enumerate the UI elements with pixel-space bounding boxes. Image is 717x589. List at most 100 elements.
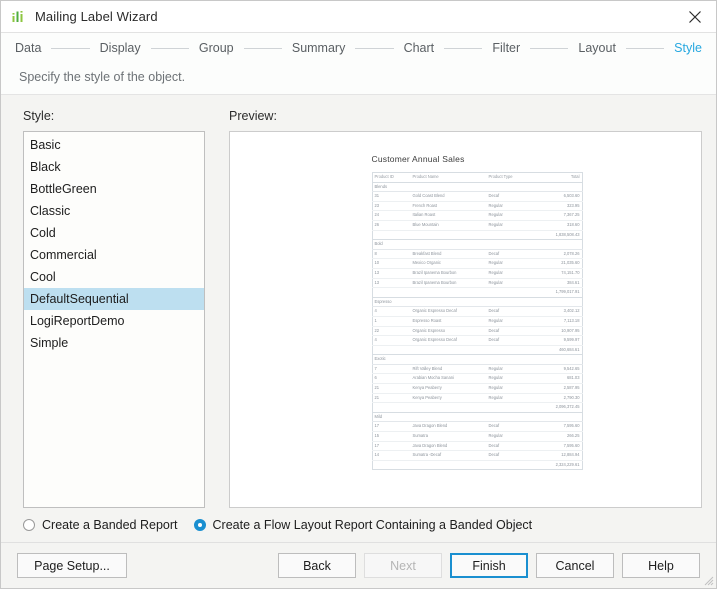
cell-product-id: 10 bbox=[372, 258, 411, 269]
report-group-row: Mild bbox=[372, 411, 582, 423]
cell-product-type: Decaf bbox=[486, 450, 539, 461]
wizard-nav-buttons: Back Next Finish Cancel Help bbox=[278, 553, 700, 578]
report-group-name: Exotic bbox=[372, 354, 582, 365]
step-separator bbox=[355, 47, 394, 49]
report-data-row: 26 Blue Mountain Regular 318.60 bbox=[372, 220, 582, 231]
cell-product-type: Decaf bbox=[486, 191, 539, 202]
cell-total: 9,599.97 bbox=[538, 335, 582, 346]
titlebar: Mailing Label Wizard bbox=[1, 1, 716, 33]
report-data-row: 14 Sumatra -Decaf Decaf 12,884.94 bbox=[372, 450, 582, 461]
cell-total: 323.95 bbox=[538, 201, 582, 212]
finish-button[interactable]: Finish bbox=[450, 553, 528, 578]
cell-product-type: Regular bbox=[486, 201, 539, 212]
step-layout[interactable]: Layout bbox=[578, 41, 616, 55]
step-group[interactable]: Group bbox=[199, 41, 234, 55]
cell-total: 21,035.60 bbox=[538, 258, 582, 269]
cell-product-type: Decaf bbox=[486, 249, 539, 260]
style-list-item-commercial[interactable]: Commercial bbox=[24, 244, 204, 266]
cell-subtotal: 460,684.61 bbox=[538, 345, 582, 356]
resize-grip-icon[interactable] bbox=[702, 574, 714, 586]
cell-product-id: 4 bbox=[372, 306, 411, 317]
cell-product-name: Arabian Mocha Sanani bbox=[410, 373, 487, 385]
page-setup-button[interactable]: Page Setup... bbox=[17, 553, 127, 578]
cell-product-id: 13 bbox=[372, 278, 411, 289]
cell-product-id: 21 bbox=[372, 393, 411, 404]
style-label: Style: bbox=[23, 109, 55, 123]
close-icon[interactable] bbox=[674, 1, 716, 32]
style-list-item-logireportdemo[interactable]: LogiReportDemo bbox=[24, 310, 204, 332]
report-col-product-name: Product Name bbox=[410, 172, 487, 183]
step-data[interactable]: Data bbox=[15, 41, 41, 55]
help-button[interactable]: Help bbox=[622, 553, 700, 578]
dialog-button-bar: Page Setup... Back Next Finish Cancel He… bbox=[1, 542, 716, 588]
report-group-row: Espresso bbox=[372, 296, 582, 308]
cell-product-name: Sumatra -Decaf bbox=[410, 450, 487, 461]
report-table-body: Product ID Product Name Product Type Tot… bbox=[372, 172, 582, 470]
step-summary[interactable]: Summary bbox=[292, 41, 345, 55]
report-data-row: 4 Organic Espresso Decaf Decaf 3,402.12 bbox=[372, 306, 582, 317]
cell-product-id: 23 bbox=[372, 201, 411, 212]
cell-product-type: Regular bbox=[486, 278, 539, 289]
report-grandtotal-row: 2,324,229.61 bbox=[372, 459, 582, 470]
cell-total: 318.60 bbox=[538, 220, 582, 231]
style-list-item-bottlegreen[interactable]: BottleGreen bbox=[24, 178, 204, 200]
radio-banded-report-mark[interactable] bbox=[23, 519, 35, 531]
cell-product-id: 1 bbox=[372, 316, 411, 327]
cell-product-type: Decaf bbox=[486, 335, 539, 346]
step-separator bbox=[51, 47, 90, 49]
cell-product-id: 26 bbox=[372, 220, 411, 231]
style-list-item-cold[interactable]: Cold bbox=[24, 222, 204, 244]
report-subtotal-row: 1,838,508.43 bbox=[372, 230, 582, 241]
radio-banded-report[interactable]: Create a Banded Report bbox=[23, 518, 178, 532]
cell-subtotal: 1,799,017.91 bbox=[538, 287, 582, 298]
report-data-row: 22 Organic Espresso Decaf 10,907.95 bbox=[372, 326, 582, 337]
style-list-item-classic[interactable]: Classic bbox=[24, 200, 204, 222]
cell-product-type: Regular bbox=[486, 364, 539, 375]
bar-chart-icon bbox=[11, 9, 27, 25]
radio-flow-layout-report[interactable]: Create a Flow Layout Report Containing a… bbox=[193, 518, 532, 532]
subtitle-bar: Specify the style of the object. bbox=[1, 63, 716, 95]
cell-product-name: Kenya Peaberry bbox=[410, 383, 487, 394]
cell-product-id: 17 bbox=[372, 421, 411, 433]
report-header-row: Product ID Product Name Product Type Tot… bbox=[372, 172, 582, 183]
cell-product-id: 21 bbox=[372, 383, 411, 394]
cell-product-type: Regular bbox=[486, 383, 539, 394]
cell-product-name: Organic Espresso Decaf bbox=[410, 306, 487, 317]
style-listbox[interactable]: Basic Black BottleGreen Classic Cold Com… bbox=[23, 131, 205, 508]
cell-total: 7,367.25 bbox=[538, 210, 582, 221]
style-list-item-basic[interactable]: Basic bbox=[24, 134, 204, 156]
style-list-item-black[interactable]: Black bbox=[24, 156, 204, 178]
cancel-button[interactable]: Cancel bbox=[536, 553, 614, 578]
report-data-row: 24 Italian Roast Regular 7,367.25 bbox=[372, 210, 582, 221]
radio-flow-layout-report-mark[interactable] bbox=[193, 519, 206, 531]
report-col-product-id: Product ID bbox=[372, 172, 411, 183]
preview-label: Preview: bbox=[229, 109, 277, 123]
report-subtotal-row: 2,096,372.45 bbox=[372, 402, 582, 413]
style-list-item-cool[interactable]: Cool bbox=[24, 266, 204, 288]
radio-banded-report-label: Create a Banded Report bbox=[42, 518, 178, 532]
cell-total: 7,595.60 bbox=[538, 441, 582, 452]
cell-total: 10,907.95 bbox=[538, 326, 582, 337]
report-group-row: Bold bbox=[372, 239, 582, 250]
cell-subtotal: 1,838,508.43 bbox=[538, 230, 582, 241]
cell-product-type: Regular bbox=[486, 268, 539, 279]
step-style[interactable]: Style bbox=[674, 41, 702, 55]
cell-product-id: 22 bbox=[372, 326, 411, 337]
cell-total: 74,151.70 bbox=[538, 268, 582, 279]
step-separator bbox=[530, 47, 569, 49]
report-data-row: 1 Espresso Roast Regular 7,113.18 bbox=[372, 316, 582, 327]
cell-product-type: Decaf bbox=[486, 306, 539, 317]
report-data-row: 4 Organic Espresso Decaf Decaf 9,599.97 bbox=[372, 335, 582, 346]
cell-product-name: Organic Espresso Decaf bbox=[410, 335, 487, 346]
cell-product-type: Regular bbox=[486, 373, 539, 385]
cell-total: 3,402.12 bbox=[538, 306, 582, 317]
style-list-item-defaultsequential[interactable]: DefaultSequential bbox=[24, 288, 204, 310]
step-chart[interactable]: Chart bbox=[404, 41, 435, 55]
cell-product-name: Espresso Roast bbox=[410, 316, 487, 327]
back-button[interactable]: Back bbox=[278, 553, 356, 578]
cell-product-name: Brazil Ipanema Bourbon bbox=[410, 268, 487, 279]
step-display[interactable]: Display bbox=[100, 41, 141, 55]
style-list-item-simple[interactable]: Simple bbox=[24, 332, 204, 354]
step-filter[interactable]: Filter bbox=[492, 41, 520, 55]
cell-product-name: Breakfast Blend bbox=[410, 249, 487, 260]
